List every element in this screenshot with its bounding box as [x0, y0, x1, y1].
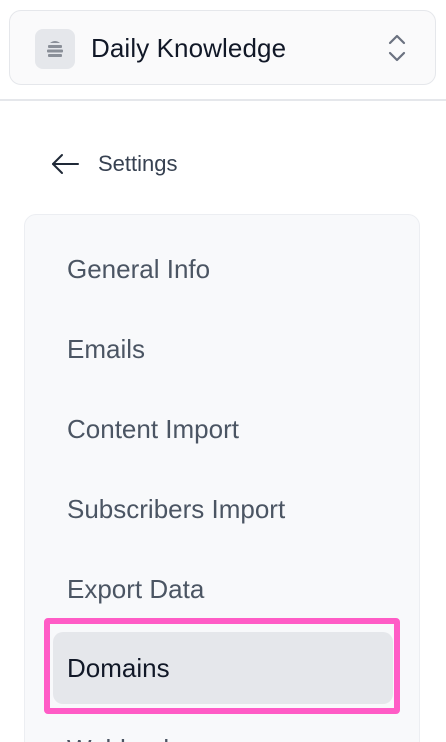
- menu-item-emails[interactable]: Emails: [53, 320, 393, 378]
- menu-item-domains[interactable]: Domains: [53, 632, 393, 704]
- settings-sidebar: Daily Knowledge Settings General Info Em…: [0, 0, 446, 742]
- menu-item-label: Emails: [67, 333, 146, 364]
- beehive-icon: [35, 29, 75, 69]
- menu-item-label: Subscribers Import: [67, 493, 286, 524]
- workspace-switcher[interactable]: Daily Knowledge: [9, 10, 436, 85]
- menu-item-label: Export Data: [67, 573, 205, 604]
- menu-item-label: General Info: [67, 253, 211, 284]
- menu-item-label: Webhooks: [67, 734, 189, 742]
- menu-item-general-info[interactable]: General Info: [53, 240, 393, 298]
- menu-item-content-import[interactable]: Content Import: [53, 400, 393, 458]
- menu-item-label: Content Import: [67, 413, 239, 444]
- back-link-label: Settings: [98, 151, 178, 176]
- header-divider: [0, 99, 446, 101]
- workspace-name: Daily Knowledge: [91, 33, 287, 63]
- chevron-up-down-icon: [386, 32, 408, 64]
- back-to-settings-link[interactable]: Settings: [50, 146, 178, 182]
- menu-item-label: Domains: [67, 652, 170, 683]
- arrow-left-icon: [50, 152, 80, 176]
- menu-item-export-data[interactable]: Export Data: [53, 560, 393, 618]
- menu-item-webhooks[interactable]: Webhooks: [53, 720, 393, 742]
- settings-menu: General Info Emails Content Import Subsc…: [24, 214, 420, 742]
- menu-item-subscribers-import[interactable]: Subscribers Import: [53, 480, 393, 538]
